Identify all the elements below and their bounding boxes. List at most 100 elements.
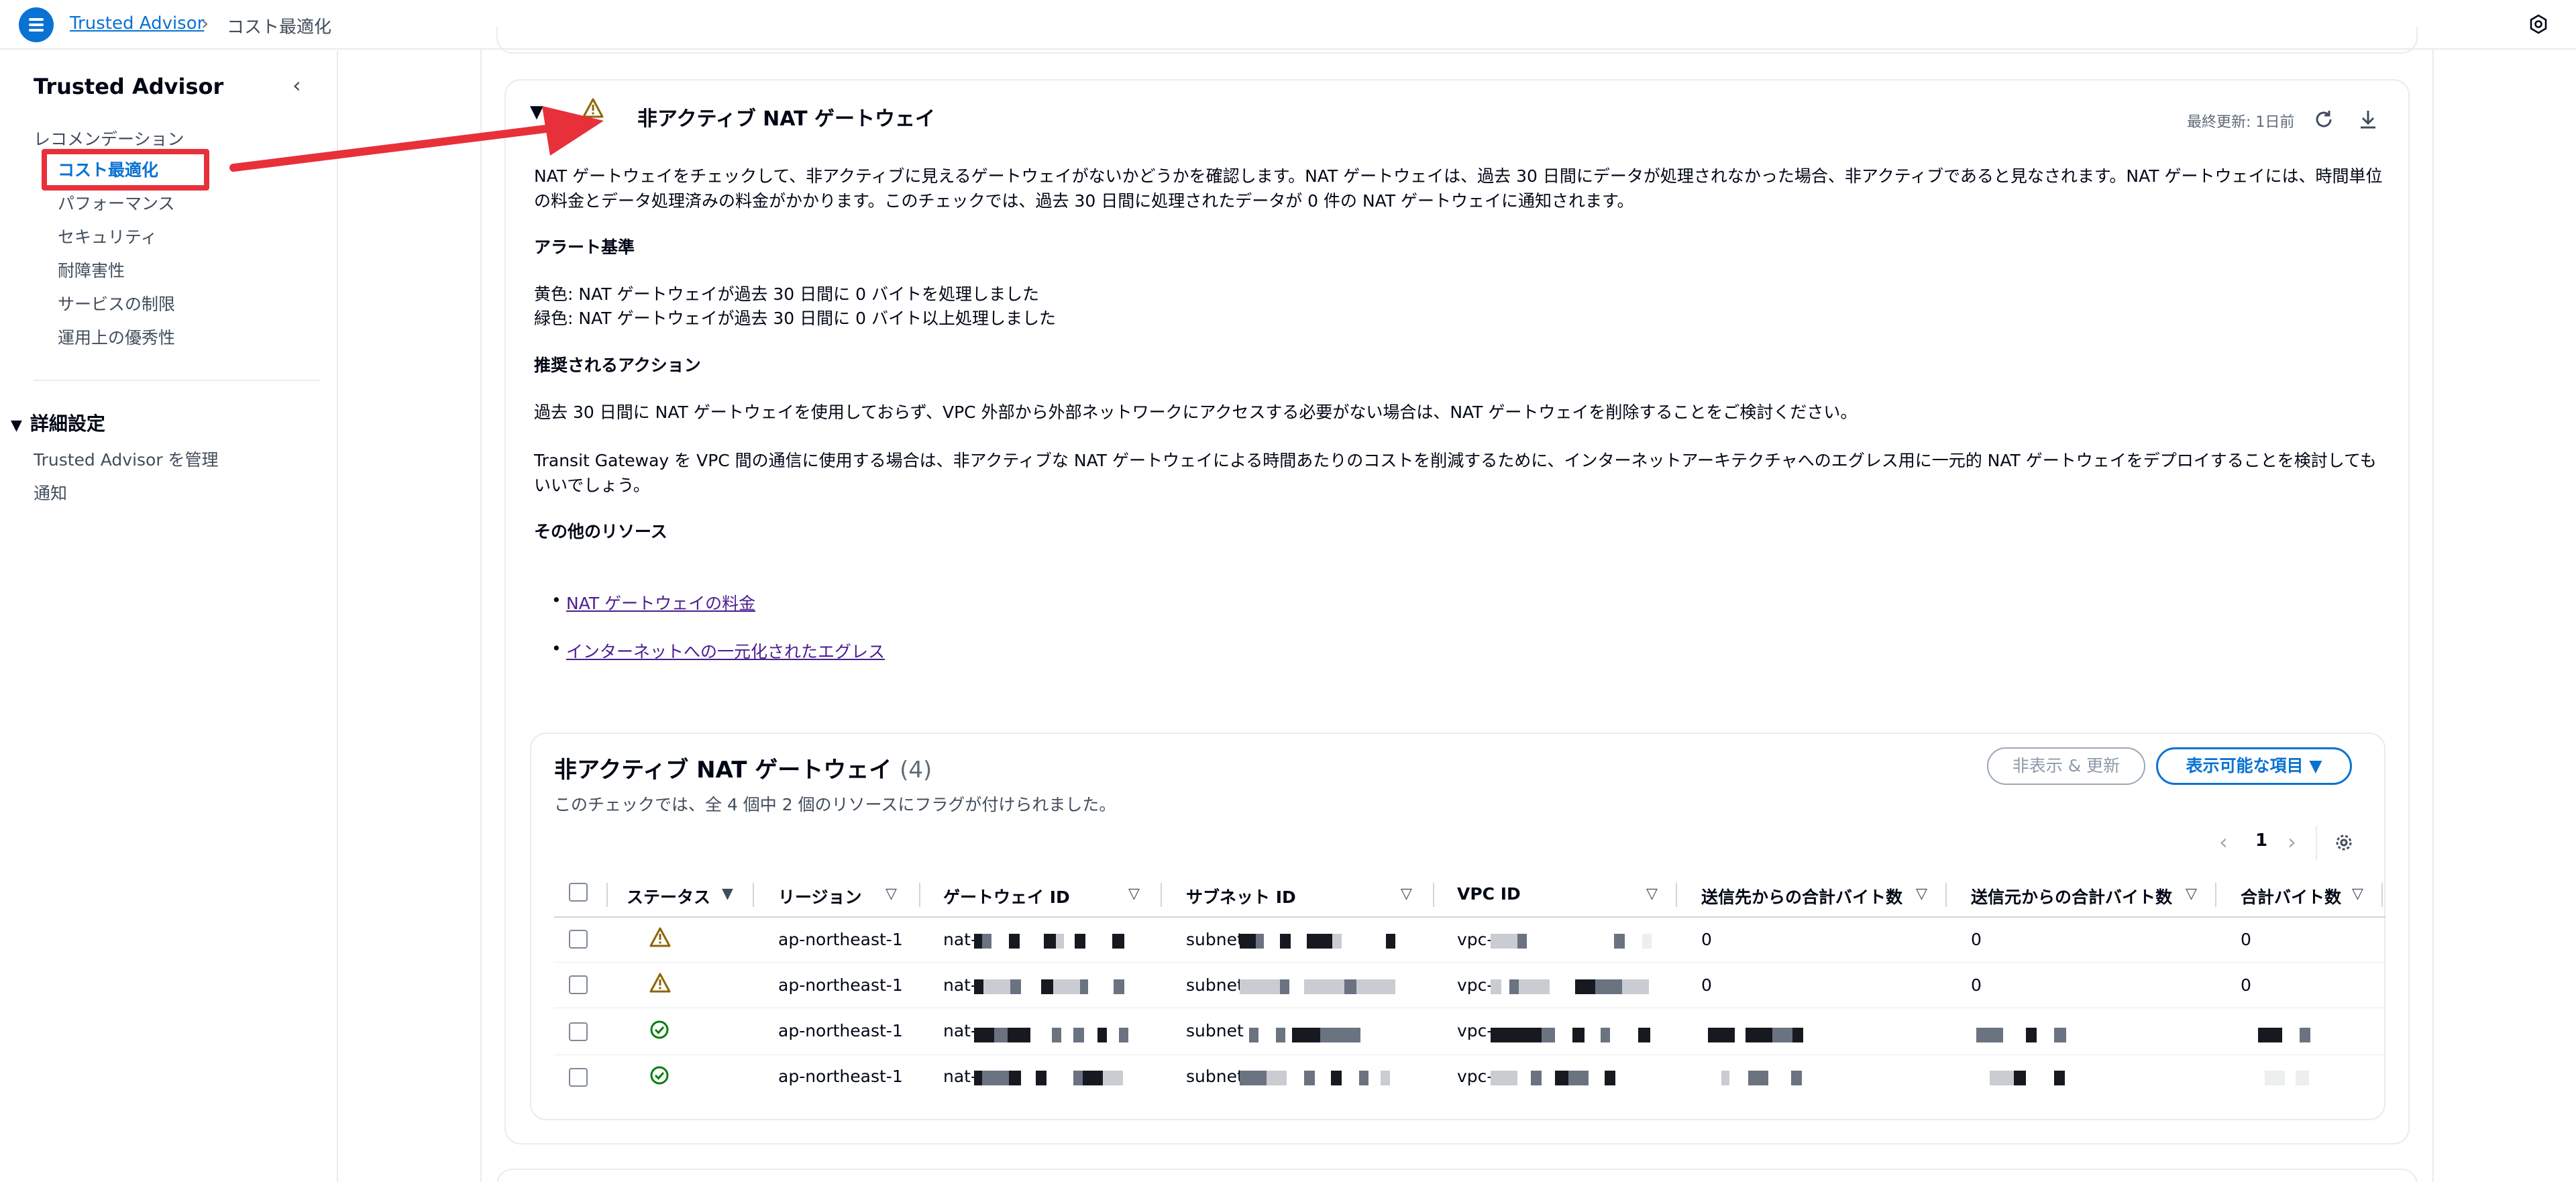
sidebar-item-manage-trusted-advisor[interactable]: Trusted Advisor を管理 (34, 447, 219, 471)
column-separator (1676, 883, 1677, 907)
redacted-subnet-id (1240, 934, 1401, 949)
redacted-subnet-id (1240, 1071, 1401, 1085)
table-preferences-gear-icon[interactable] (2332, 830, 2356, 855)
side-nav-section-settings[interactable]: ▼ 詳細設定 (11, 409, 105, 436)
cell-subnet-id: subnet (1186, 1067, 1244, 1086)
cell-bytes-from-source: 0 (1971, 975, 1982, 995)
previous-card-edge (496, 27, 2418, 54)
download-icon[interactable] (2356, 107, 2380, 131)
chevron-left-icon[interactable]: ‹ (2219, 829, 2228, 855)
breadcrumb-trusted-advisor[interactable]: Trusted Advisor (70, 13, 204, 34)
warning-icon (649, 927, 671, 947)
sort-caret-icon[interactable]: ▽ (2352, 885, 2363, 902)
sidebar-item-operational-excellence[interactable]: 運用上の優秀性 (58, 325, 175, 349)
row-divider (554, 962, 2385, 963)
sort-caret-icon[interactable]: ▽ (1128, 885, 1140, 902)
chevron-right-icon[interactable]: › (2288, 829, 2296, 855)
cell-gateway-id: nat- (943, 930, 977, 949)
redacted-vpc-id (1491, 979, 1652, 994)
redacted-subnet-id (1240, 979, 1401, 994)
check-title: 非アクティブ NAT ゲートウェイ (637, 107, 936, 131)
column-separator (2381, 883, 2383, 907)
chevron-right-icon: › (201, 12, 209, 34)
sort-caret-icon[interactable]: ▽ (1916, 885, 1927, 902)
table-title: 非アクティブ NAT ゲートウェイ (4) (554, 751, 932, 784)
sidebar-item-security[interactable]: セキュリティ (58, 224, 158, 248)
annotation-highlight-box (42, 149, 209, 191)
caret-down-icon: ▼ (11, 417, 22, 434)
row-checkbox[interactable] (569, 1022, 588, 1041)
sidebar-item-performance[interactable]: パフォーマンス (58, 191, 175, 215)
check-circle-icon (650, 1020, 669, 1039)
cell-subnet-id: subnet (1186, 975, 1244, 995)
cell-subnet-id: subnet (1186, 930, 1244, 949)
caret-down-icon: ▼ (2309, 756, 2322, 775)
table-description: このチェックでは、全 4 個中 2 個のリソースにフラグが付けられました。 (554, 795, 1116, 814)
side-nav-group-recommendations[interactable]: レコメンデーション (34, 126, 184, 150)
sort-caret-icon[interactable]: ▼ (722, 885, 733, 902)
recommended-action-heading: 推奨されるアクション (534, 356, 701, 375)
menu-icon[interactable] (19, 7, 54, 42)
cell-vpc-id: vpc- (1457, 930, 1493, 949)
recommended-action-1: 過去 30 日間に NAT ゲートウェイを使用しておらず、VPC 外部から外部ネ… (534, 402, 1858, 422)
cell-bytes-from-destination: 0 (1701, 975, 1712, 995)
alert-criteria-heading: アラート基準 (534, 237, 635, 257)
row-checkbox[interactable] (569, 930, 588, 949)
column-header-bytes-from-destination[interactable]: 送信先からの合計バイト数 (1701, 884, 1902, 908)
sort-caret-icon[interactable]: ▽ (1401, 885, 1412, 902)
list-item: NAT ゲートウェイの料金 (551, 590, 755, 614)
cell-total-bytes: 0 (2241, 975, 2251, 995)
redacted-total-bytes (2265, 1071, 2318, 1085)
redacted-gateway-id (974, 1028, 1135, 1042)
sort-caret-icon[interactable]: ▽ (1646, 885, 1658, 902)
column-header-bytes-from-source[interactable]: 送信元からの合計バイト数 (1971, 884, 2172, 908)
select-all-checkbox[interactable] (569, 883, 588, 902)
row-checkbox[interactable] (569, 975, 588, 994)
visible-items-button[interactable]: 表示可能な項目 ▼ (2156, 747, 2352, 785)
visible-items-label: 表示可能な項目 (2186, 756, 2304, 775)
sidebar-item-fault-tolerance[interactable]: 耐障害性 (58, 258, 125, 282)
list-item: インターネットへの一元化されたエグレス (551, 639, 885, 663)
redacted-vpc-id (1491, 1028, 1652, 1042)
sort-caret-icon[interactable]: ▽ (2186, 885, 2197, 902)
check-description: NAT ゲートウェイをチェックして、非アクティブに見えるゲートウェイがないかどう… (534, 166, 2383, 211)
last-updated-text: 最終更新: 1日前 (2187, 114, 2295, 131)
column-header-status[interactable]: ステータス (627, 884, 710, 908)
page-number[interactable]: 1 (2255, 830, 2267, 851)
redacted-bytes-from-destination (1721, 1071, 1815, 1085)
table-header-divider (554, 916, 2385, 918)
settings-icon[interactable] (2528, 13, 2549, 35)
column-header-subnet-id[interactable]: サブネット ID (1186, 884, 1296, 908)
column-header-total-bytes[interactable]: 合計バイト数 (2241, 884, 2341, 908)
sort-caret-icon[interactable]: ▽ (885, 885, 897, 902)
alert-criteria-yellow: 黄色: NAT ゲートウェイが過去 30 日間に 0 バイトを処理しました (534, 284, 1039, 304)
column-separator (753, 883, 754, 907)
column-header-gateway-id[interactable]: ゲートウェイ ID (943, 884, 1070, 908)
table-count: (4) (900, 757, 932, 784)
row-checkbox[interactable] (569, 1068, 588, 1087)
column-header-region[interactable]: リージョン (778, 884, 862, 908)
alert-criteria-green: 緑色: NAT ゲートウェイが過去 30 日間に 0 バイト以上処理しました (534, 309, 1056, 328)
redacted-bytes-from-source (1990, 1071, 2070, 1085)
breadcrumb-current: コスト最適化 (227, 17, 332, 38)
link-centralized-egress[interactable]: インターネットへの一元化されたエグレス (566, 642, 885, 661)
redacted-vpc-id (1491, 934, 1652, 949)
next-card-edge (496, 1169, 2418, 1182)
check-circle-icon (650, 1066, 669, 1085)
link-nat-gateway-pricing[interactable]: NAT ゲートウェイの料金 (566, 594, 755, 613)
sidebar-item-notifications[interactable]: 通知 (34, 480, 67, 504)
column-header-vpc-id[interactable]: VPC ID (1457, 884, 1521, 904)
redacted-gateway-id (974, 1071, 1135, 1085)
close-panel-icon[interactable]: ‹ (292, 72, 301, 98)
sidebar-item-service-limits[interactable]: サービスの制限 (58, 291, 175, 315)
hide-and-refresh-button[interactable]: 非表示 & 更新 (1987, 747, 2145, 785)
refresh-icon[interactable] (2312, 107, 2336, 131)
cell-region: ap-northeast-1 (778, 1021, 903, 1040)
cell-bytes-from-source: 0 (1971, 930, 1982, 949)
column-separator (606, 883, 608, 907)
collapse-caret-icon[interactable]: ▼ (530, 102, 543, 122)
column-separator (919, 883, 920, 907)
side-navigation: Trusted Advisor ‹ レコメンデーション コスト最適化 パフォーマ… (0, 51, 338, 1182)
warning-icon (582, 98, 604, 118)
cell-gateway-id: nat- (943, 1067, 977, 1086)
